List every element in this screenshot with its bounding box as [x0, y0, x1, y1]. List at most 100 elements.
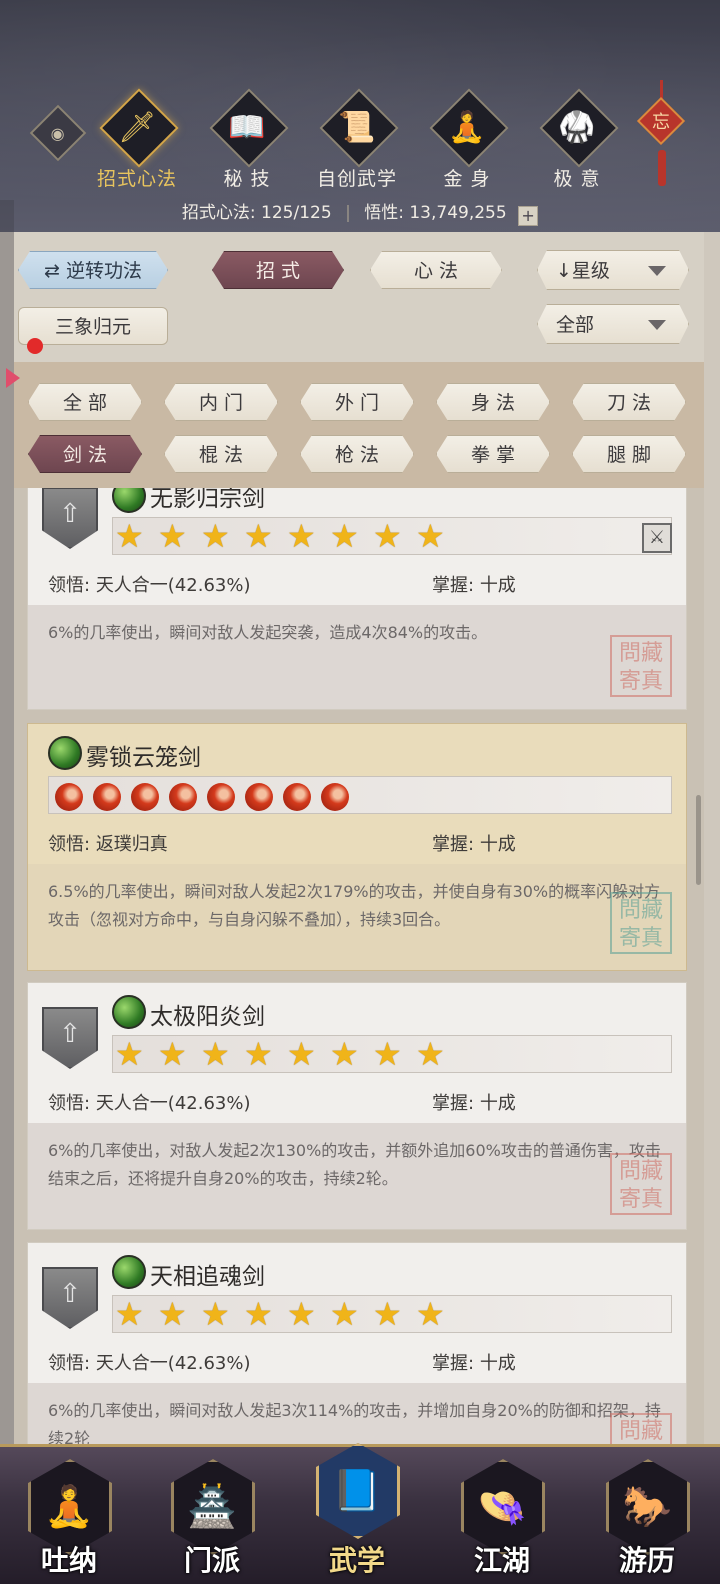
flame-rank-icon	[245, 783, 273, 811]
flame-rank-icon	[169, 783, 197, 811]
upgrade-shield-icon[interactable]	[42, 488, 98, 549]
sword-skill-icon	[112, 995, 146, 1029]
category-staff[interactable]: 棍 法	[164, 435, 278, 473]
flame-rank-icon	[55, 783, 83, 811]
category-blade[interactable]: 刀 法	[572, 383, 686, 421]
star-rank-icon: ★	[244, 1295, 273, 1333]
skill-card[interactable]: 天相追魂剑 ★ ★ ★ ★ ★ ★ ★ ★ 领悟: 天人合一(42.63%) 掌握: 十成 6…	[27, 1242, 687, 1444]
insight-label: 悟性:	[364, 203, 404, 223]
category-leg[interactable]: 腿 脚	[572, 435, 686, 473]
nav-label: 武学	[328, 1544, 385, 1577]
tab-self-created[interactable]: 📜 自创武学	[302, 88, 412, 192]
skill-name: 雾锁云笼剑	[86, 745, 201, 771]
category-all[interactable]: 全 部	[28, 383, 142, 421]
tab-label: 极 意	[553, 168, 601, 190]
upgrade-shield-icon[interactable]	[42, 1267, 98, 1329]
star-rank-icon: ★	[287, 1295, 316, 1333]
seal-stamp-icon: 問藏寄真	[610, 1153, 672, 1215]
sword-skill-icon	[112, 488, 146, 513]
category-movement[interactable]: 身 法	[436, 383, 550, 421]
eye-icon: ◉	[51, 123, 65, 143]
tab-golden-body[interactable]: 🧘 金 身	[412, 88, 522, 192]
martial-move-icon[interactable]: ⚔	[642, 523, 672, 553]
star-rank-icon: ★	[201, 1295, 230, 1333]
skill-list[interactable]: 无影归宗剑 ★ ★ ★ ★ ★ ★ ★ ★ ⚔ 领悟: 天人合一(42.63%) 掌握: 十成…	[14, 488, 704, 1444]
stats-bar: 招式心法: 125/125 | 悟性: 13,749,255 +	[0, 198, 720, 226]
mastery: 掌握: 十成	[432, 1353, 516, 1374]
moves-value: 125/125	[261, 203, 332, 223]
monk-icon: 🧘	[44, 1484, 94, 1530]
category-spear[interactable]: 枪 法	[300, 435, 414, 473]
star-bar: ★ ★ ★ ★ ★ ★ ★ ★	[112, 1035, 672, 1073]
star-rank-icon: ★	[373, 517, 402, 555]
skill-card[interactable]: 雾锁云笼剑 领悟: 返璞归真 掌握: 十成 6.5%的几率使出，瞬间对敌人发起2…	[27, 723, 687, 971]
star-rank-icon: ★	[373, 1295, 402, 1333]
nav-martial-arts[interactable]: 📘 武学	[302, 1443, 412, 1583]
sword-icon: 🗡	[117, 110, 157, 145]
flame-rank-icon	[93, 783, 121, 811]
bottom-nav: 🧘 吐纳 🏯 门派 📘 武学 👒 江湖 🐎 游历	[0, 1443, 720, 1584]
list-scrollbar[interactable]	[696, 795, 701, 885]
sort-dropdown[interactable]: ↓星级	[537, 250, 689, 290]
nav-label: 游历	[618, 1544, 675, 1577]
star-rank-icon: ★	[416, 517, 445, 555]
add-insight-button[interactable]: +	[518, 206, 539, 226]
category-sword[interactable]: 剑 法	[28, 435, 142, 473]
skill-card[interactable]: 太极阳炎剑 ★ ★ ★ ★ ★ ★ ★ ★ 领悟: 天人合一(42.63%) 掌握: 十成 6…	[27, 982, 687, 1230]
skill-card[interactable]: 无影归宗剑 ★ ★ ★ ★ ★ ★ ★ ★ ⚔ 领悟: 天人合一(42.63%) 掌握: 十成…	[27, 488, 687, 710]
moves-label: 招式心法:	[181, 203, 256, 223]
nav-jianghu[interactable]: 👒 江湖	[447, 1443, 557, 1583]
straw-hat-icon: 👒	[477, 1484, 527, 1530]
comprehension: 领悟: 天人合一(42.63%)	[48, 1353, 251, 1374]
star-rank-icon: ★	[158, 517, 187, 555]
sanxiang-label: 三象归元	[54, 316, 131, 338]
star-rank-icon: ★	[330, 1295, 359, 1333]
tab-ultimate-intent[interactable]: 🥋 极 意	[522, 88, 632, 192]
star-rank-icon: ★	[330, 517, 359, 555]
reverse-skill-button[interactable]: ⇄ 逆转功法	[18, 251, 168, 289]
star-rank-icon: ★	[115, 1295, 144, 1333]
flame-rank-icon	[131, 783, 159, 811]
tab-moves-heart[interactable]: 🗡 招式心法	[82, 88, 192, 192]
martial-pose-icon: 🥋	[558, 110, 596, 145]
star-bar: ★ ★ ★ ★ ★ ★ ★ ★	[112, 1295, 672, 1333]
star-rank-icon: ★	[158, 1295, 187, 1333]
mastery: 掌握: 十成	[432, 575, 516, 596]
tab-secret-skill[interactable]: 📖 秘 技	[192, 88, 302, 192]
seal-stamp-icon: 問藏寄真	[610, 635, 672, 697]
upgrade-shield-icon[interactable]	[42, 1007, 98, 1069]
flame-rank-icon	[207, 783, 235, 811]
tab-label: 招式心法	[96, 168, 177, 190]
category-outer[interactable]: 外 门	[300, 383, 414, 421]
star-bar: ★ ★ ★ ★ ★ ★ ★ ★	[112, 517, 672, 555]
nav-sect[interactable]: 🏯 门派	[157, 1443, 267, 1583]
book-icon: 📖	[228, 110, 266, 145]
tab-label: 金 身	[443, 168, 491, 190]
tab-label: 自创武学	[316, 168, 397, 190]
nav-travel[interactable]: 🐎 游历	[592, 1443, 702, 1583]
tab-heart-method[interactable]: 心 法	[370, 251, 502, 289]
meditation-icon: 🧘	[448, 110, 486, 145]
comprehension: 领悟: 天人合一(42.63%)	[48, 575, 251, 596]
category-inner[interactable]: 内 门	[164, 383, 278, 421]
scope-dropdown[interactable]: 全部	[537, 304, 689, 344]
chinese-knot-button[interactable]: 忘	[636, 80, 686, 188]
sect-banner-icon: 🏯	[187, 1484, 237, 1530]
skill-description: 6%的几率使出，对敌人发起2次130%的攻击，并额外追加60%攻击的普通伤害，攻…	[28, 1123, 686, 1229]
nav-breathing[interactable]: 🧘 吐纳	[14, 1443, 124, 1583]
manual-book-icon: 📘	[332, 1468, 382, 1514]
divider: |	[345, 203, 351, 223]
nav-label: 门派	[183, 1544, 240, 1577]
star-rank-icon: ★	[330, 1035, 359, 1073]
category-fist[interactable]: 拳 掌	[436, 435, 550, 473]
star-rank-icon: ★	[416, 1295, 445, 1333]
tab-moves[interactable]: 招 式	[212, 251, 344, 289]
drawer-arrow-icon[interactable]	[6, 368, 20, 388]
star-rank-icon: ★	[373, 1035, 402, 1073]
sort-down-icon: ↓	[556, 260, 572, 282]
skill-name: 太极阳炎剑	[150, 1004, 265, 1030]
star-rank-icon: ★	[287, 517, 316, 555]
star-rank-icon: ★	[115, 1035, 144, 1073]
sword-skill-icon	[48, 736, 82, 770]
mastery: 掌握: 十成	[432, 1093, 516, 1114]
